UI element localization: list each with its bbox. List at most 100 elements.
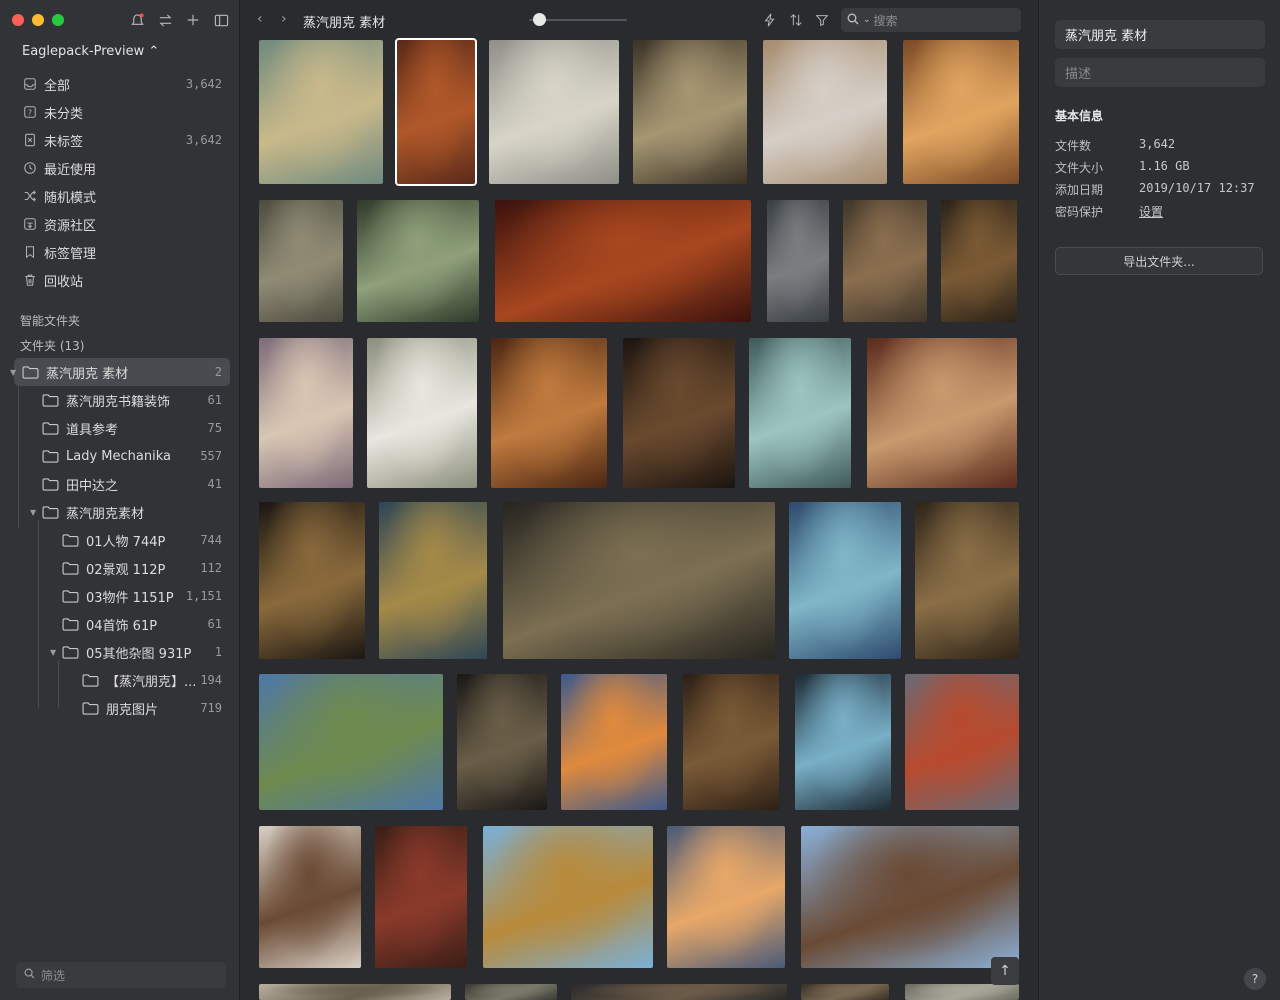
image-thumbnail[interactable] (789, 502, 901, 659)
image-thumbnail[interactable] (379, 502, 487, 659)
close-window-button[interactable] (12, 14, 24, 26)
info-key: 文件大小 (1055, 161, 1104, 175)
sort-icon[interactable] (787, 11, 805, 29)
image-thumbnail[interactable] (561, 674, 667, 810)
folder-item[interactable]: 朋克图片 719 (14, 694, 230, 722)
folder-item[interactable]: 02景观 112P 112 (14, 554, 230, 582)
image-thumbnail[interactable] (367, 338, 477, 488)
folder-item[interactable]: 田中达之 41 (14, 470, 230, 498)
folder-item[interactable]: 01人物 744P 744 (14, 526, 230, 554)
image-thumbnail[interactable] (795, 674, 891, 810)
image-thumbnail[interactable] (749, 338, 851, 488)
search-input[interactable]: ⌄ 搜索 (841, 8, 1021, 32)
image-thumbnail[interactable] (491, 338, 607, 488)
image-thumbnail[interactable] (905, 984, 1019, 1000)
lightning-icon[interactable] (761, 11, 779, 29)
export-folder-button[interactable]: 导出文件夹... (1055, 247, 1263, 275)
image-thumbnail[interactable] (867, 338, 1017, 488)
image-thumbnail[interactable] (767, 200, 829, 322)
nav-item-6[interactable]: 标签管理 (14, 238, 230, 266)
image-thumbnail[interactable] (489, 40, 619, 184)
folder-item[interactable]: Lady Mechanika 557 (14, 442, 230, 470)
filter-placeholder: 筛选 (41, 968, 66, 983)
filter-input[interactable]: 筛选 (16, 962, 226, 988)
image-thumbnail[interactable] (457, 674, 547, 810)
image-thumbnail[interactable] (395, 38, 477, 186)
minimize-window-button[interactable] (32, 14, 44, 26)
info-row: 密码保护 设置 (1055, 203, 1163, 220)
nav-item-label: 随机模式 (44, 190, 97, 206)
image-thumbnail[interactable] (259, 502, 365, 659)
image-thumbnail[interactable] (357, 200, 479, 322)
sync-icon[interactable] (156, 11, 174, 29)
folder-item[interactable]: 蒸汽朋克书籍装饰 61 (14, 386, 230, 414)
chevron-down-icon[interactable]: ▼ (30, 508, 36, 517)
add-icon[interactable] (184, 11, 202, 29)
folder-icon (42, 505, 60, 519)
chevron-down-icon[interactable]: ▼ (10, 368, 16, 377)
image-thumbnail[interactable] (259, 984, 451, 1000)
image-thumbnail[interactable] (465, 984, 557, 1000)
help-button[interactable]: ? (1244, 968, 1266, 990)
image-thumbnail[interactable] (903, 40, 1019, 184)
sidebar-toolbar (128, 11, 230, 29)
image-thumbnail[interactable] (259, 40, 383, 184)
image-thumbnail[interactable] (801, 826, 1019, 968)
sidebar: Eaglepack-Preview ⌃ 全部 3,642? 未分类 未标签 3,642 最… (0, 0, 240, 1000)
image-thumbnail[interactable] (915, 502, 1019, 659)
nav-item-5[interactable]: 资源社区 (14, 210, 230, 238)
nav-item-1[interactable]: ? 未分类 (14, 98, 230, 126)
folder-item[interactable]: ▼ 05其他杂图 931P 1 (14, 638, 230, 666)
image-thumbnail[interactable] (259, 674, 443, 810)
toggle-panel-icon[interactable] (212, 11, 230, 29)
folder-name-field[interactable]: 蒸汽朋克 素材 (1055, 20, 1265, 49)
image-thumbnail[interactable] (483, 826, 653, 968)
image-thumbnail[interactable] (259, 200, 343, 322)
chevron-down-icon[interactable]: ⌄ (863, 15, 871, 25)
folder-item[interactable]: 道具参考 75 (14, 414, 230, 442)
password-settings-link[interactable]: 设置 (1139, 203, 1163, 220)
image-thumbnail[interactable] (259, 826, 361, 968)
nav-item-0[interactable]: 全部 3,642 (14, 70, 230, 98)
bookmark-icon (22, 244, 38, 260)
chevron-down-icon[interactable]: ▼ (50, 648, 56, 657)
nav-item-4[interactable]: 随机模式 (14, 182, 230, 210)
folder-item[interactable]: 04首饰 61P 61 (14, 610, 230, 638)
forward-icon[interactable]: › (281, 11, 287, 27)
zoom-window-button[interactable] (52, 14, 64, 26)
image-thumbnail[interactable] (843, 200, 927, 322)
back-icon[interactable]: ‹ (257, 11, 263, 27)
folder-icon (62, 533, 80, 547)
folder-icon (42, 477, 60, 491)
image-thumbnail[interactable] (683, 674, 779, 810)
nav-item-label: 回收站 (44, 274, 84, 290)
nav-item-7[interactable]: 回收站 (14, 266, 230, 294)
image-thumbnail[interactable] (375, 826, 467, 968)
library-switcher[interactable]: Eaglepack-Preview ⌃ (22, 44, 159, 59)
image-thumbnail[interactable] (259, 338, 353, 488)
zoom-slider-handle[interactable] (532, 13, 546, 26)
image-thumbnail[interactable] (495, 200, 751, 322)
folder-item[interactable]: ▼ 蒸汽朋克素材 (14, 498, 230, 526)
folder-item[interactable]: 【蒸汽朋克】... 194 (14, 666, 230, 694)
image-thumbnail[interactable] (941, 200, 1017, 322)
image-thumbnail[interactable] (667, 826, 785, 968)
image-thumbnail[interactable] (633, 40, 747, 184)
folder-item[interactable]: ▼ 蒸汽朋克 素材 2 (10, 358, 230, 386)
scroll-to-top-button[interactable]: ↑ (991, 957, 1019, 985)
image-thumbnail[interactable] (503, 502, 775, 659)
image-thumbnail[interactable] (571, 984, 787, 1000)
image-thumbnail[interactable] (763, 40, 887, 184)
folder-item[interactable]: 03物件 1151P 1,151 (14, 582, 230, 610)
bell-icon[interactable] (128, 11, 146, 29)
image-thumbnail[interactable] (905, 674, 1019, 810)
smart-folders-heading[interactable]: 智能文件夹 (20, 312, 80, 329)
nav-item-2[interactable]: 未标签 3,642 (14, 126, 230, 154)
nav-item-3[interactable]: 最近使用 (14, 154, 230, 182)
image-thumbnail[interactable] (623, 338, 735, 488)
filter-icon[interactable] (813, 11, 831, 29)
description-field[interactable]: 描述 (1055, 58, 1265, 87)
inbox-icon (22, 76, 38, 92)
folders-heading[interactable]: 文件夹 (13) (20, 337, 84, 354)
image-thumbnail[interactable] (801, 984, 889, 1000)
